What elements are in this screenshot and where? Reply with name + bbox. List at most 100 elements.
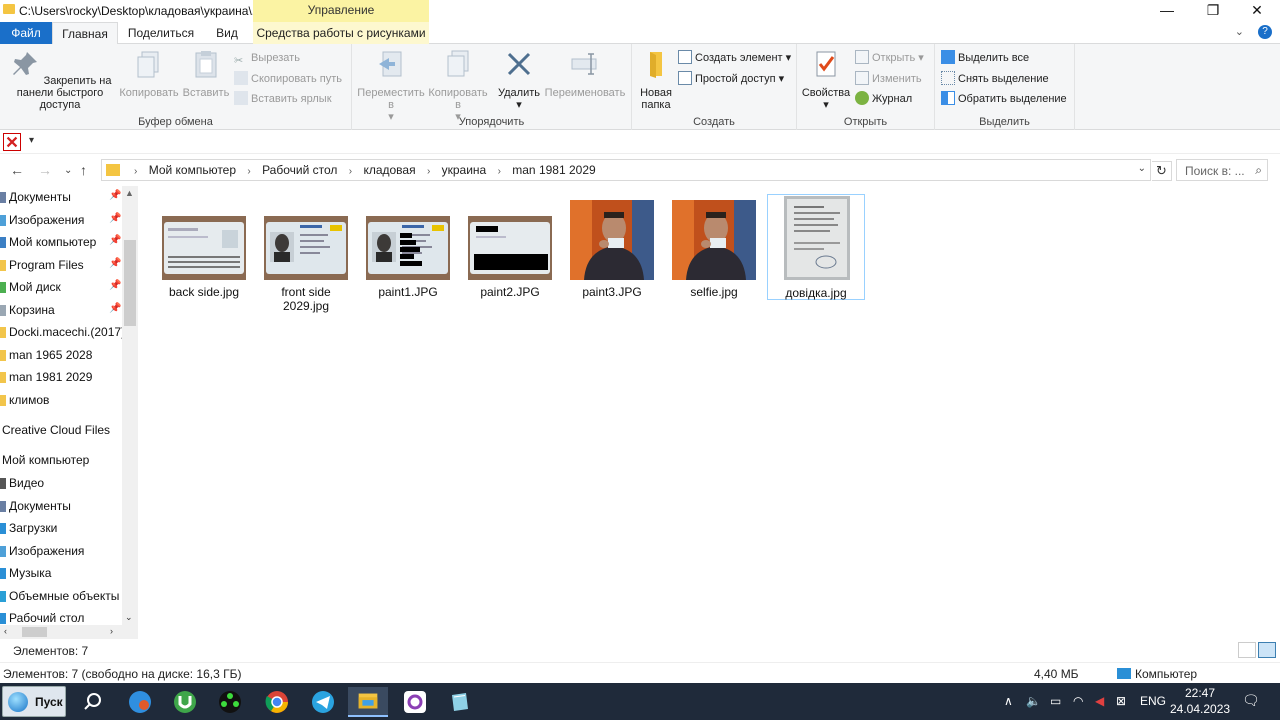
telegram-icon[interactable] xyxy=(303,687,343,717)
browser-globe-icon[interactable] xyxy=(120,687,160,717)
address-bar[interactable]: › Мой компьютер › Рабочий стол › кладова… xyxy=(101,159,1151,181)
copy-path-button[interactable]: Скопировать путь xyxy=(234,70,342,88)
paste-shortcut-button[interactable]: Вставить ярлык xyxy=(234,90,332,108)
file-item[interactable]: довідка.jpg xyxy=(767,194,865,300)
nav-pc-item[interactable]: Изображения xyxy=(0,540,122,562)
new-item-button[interactable]: Создать элемент ▾ xyxy=(678,49,791,67)
action-icon[interactable]: ⊠ xyxy=(1116,694,1126,708)
nav-this-pc[interactable]: Мой компьютер xyxy=(2,453,89,467)
network-warning-icon[interactable]: ◀ xyxy=(1095,694,1104,708)
pin-icon[interactable]: 📌 xyxy=(109,303,121,314)
notepad-icon[interactable] xyxy=(440,687,480,717)
file-item[interactable]: front side 2029.jpg xyxy=(257,194,355,313)
breadcrumb-item[interactable]: Мой компьютер xyxy=(149,163,236,177)
nav-quick-item[interactable]: man 1981 2029 xyxy=(0,366,122,388)
nav-vertical-scrollbar[interactable]: ▲ ⌄ xyxy=(122,186,138,625)
help-icon[interactable]: ? xyxy=(1258,25,1272,39)
nav-quick-item[interactable]: man 1965 2028 xyxy=(0,344,122,366)
up-arrow-icon[interactable]: ↑ xyxy=(80,162,87,178)
search-input[interactable]: Поиск в: ... ⌕ xyxy=(1176,159,1268,181)
maximize-button[interactable]: ❐ xyxy=(1190,0,1236,22)
app-g-icon[interactable] xyxy=(395,687,435,717)
pin-quick-access-button[interactable]: Закрепить на панели быстрого доступа xyxy=(4,48,116,111)
notifications-icon[interactable]: 🗨 xyxy=(1242,692,1260,709)
address-dropdown-icon[interactable]: ⌄ xyxy=(1138,163,1146,174)
delete-button[interactable]: Удалить ▾ xyxy=(494,48,544,111)
details-view-icon[interactable] xyxy=(1238,642,1256,658)
clock[interactable]: 22:47 24.04.2023 xyxy=(1170,685,1230,717)
history-button[interactable]: Журнал xyxy=(855,90,912,108)
large-icons-view-icon[interactable] xyxy=(1258,642,1276,658)
file-explorer-icon[interactable] xyxy=(348,687,388,717)
file-item[interactable]: paint1.JPG xyxy=(359,194,457,300)
scroll-up-icon[interactable]: ▲ xyxy=(125,188,134,198)
nav-quick-item[interactable]: Документы 📌 xyxy=(0,186,122,208)
nav-pc-item[interactable]: Объемные объекты xyxy=(0,585,122,607)
select-none-button[interactable]: Снять выделение xyxy=(941,70,1049,88)
copy-button[interactable]: Копировать xyxy=(118,48,180,99)
scroll-right-icon[interactable]: › xyxy=(110,626,113,636)
scroll-thumb[interactable] xyxy=(22,627,47,637)
nav-quick-item[interactable]: Мой диск 📌 xyxy=(0,276,122,298)
refresh-icon[interactable]: ↻ xyxy=(1152,161,1172,181)
nav-pc-item[interactable]: Видео xyxy=(0,472,122,494)
scroll-down-icon[interactable]: ⌄ xyxy=(125,612,133,623)
breadcrumb-item[interactable]: кладовая xyxy=(363,163,415,177)
file-item[interactable]: back side.jpg xyxy=(155,194,253,300)
nav-pc-item[interactable]: Загрузки xyxy=(0,517,122,539)
minimize-button[interactable]: — xyxy=(1144,0,1190,22)
breadcrumb-item[interactable]: Рабочий стол xyxy=(262,163,337,177)
battery-icon[interactable]: ▭ xyxy=(1050,694,1061,708)
chrome-icon[interactable] xyxy=(257,687,297,717)
utorrent-icon[interactable] xyxy=(165,687,205,717)
cut-button[interactable]: ✂ Вырезать xyxy=(234,49,300,67)
nav-pc-item[interactable]: Документы xyxy=(0,495,122,517)
scroll-thumb[interactable] xyxy=(124,240,136,326)
invert-selection-button[interactable]: Обратить выделение xyxy=(941,90,1067,108)
tab-home[interactable]: Главная xyxy=(52,22,118,45)
delete-red-icon[interactable] xyxy=(3,133,21,151)
nav-quick-item[interactable]: Мой компьютер 📌 xyxy=(0,231,122,253)
scroll-left-icon[interactable]: ‹ xyxy=(4,626,7,636)
ribbon-collapse-chevron-icon[interactable]: ⌄ xyxy=(1235,25,1244,38)
edit-button[interactable]: Изменить xyxy=(855,70,922,88)
start-button[interactable]: Пуск xyxy=(2,686,66,717)
pin-icon[interactable]: 📌 xyxy=(109,258,121,269)
nav-pc-item[interactable]: Музыка xyxy=(0,562,122,584)
pin-icon[interactable]: 📌 xyxy=(109,190,121,201)
paste-button[interactable]: Вставить xyxy=(180,48,232,99)
nav-quick-item[interactable]: Docki.macechi.(2017).W xyxy=(0,321,122,343)
properties-button[interactable]: Свойства ▾ xyxy=(801,48,851,111)
tab-picture-tools[interactable]: Средства работы с рисунками xyxy=(253,22,429,44)
pin-icon[interactable]: 📌 xyxy=(109,235,121,246)
search-icon[interactable] xyxy=(72,687,112,717)
nav-quick-item[interactable]: Корзина 📌 xyxy=(0,299,122,321)
tray-expand-icon[interactable]: ∧ xyxy=(1004,694,1013,708)
open-button[interactable]: Открыть ▾ xyxy=(855,49,924,67)
language-indicator[interactable]: ENG xyxy=(1140,694,1166,708)
nav-horizontal-scrollbar[interactable]: ‹ › xyxy=(0,625,138,639)
copy-to-button[interactable]: Копировать в ▾ xyxy=(426,48,490,123)
rename-button[interactable]: Переименовать xyxy=(542,48,628,99)
file-item[interactable]: paint3.JPG xyxy=(563,194,661,300)
nav-creative-cloud[interactable]: Creative Cloud Files xyxy=(2,423,110,437)
new-folder-button[interactable]: Новая папка xyxy=(636,48,676,111)
forward-arrow-icon[interactable]: → xyxy=(38,162,52,178)
tab-share[interactable]: Поделиться xyxy=(122,22,200,44)
back-arrow-icon[interactable]: ← xyxy=(10,162,24,178)
tab-file[interactable]: Файл xyxy=(0,22,52,44)
move-to-button[interactable]: Переместить в ▾ xyxy=(356,48,426,123)
file-item[interactable]: selfie.jpg xyxy=(665,194,763,300)
select-all-button[interactable]: Выделить все xyxy=(941,49,1029,67)
nav-quick-item[interactable]: Изображения 📌 xyxy=(0,209,122,231)
breadcrumb-item[interactable]: man 1981 2029 xyxy=(512,163,595,177)
pin-icon[interactable]: 📌 xyxy=(109,213,121,224)
pin-icon[interactable]: 📌 xyxy=(109,280,121,291)
app-green-icon[interactable] xyxy=(210,687,250,717)
easy-access-button[interactable]: Простой доступ ▾ xyxy=(678,70,784,88)
wifi-icon[interactable]: ◠ xyxy=(1073,694,1083,708)
recent-dropdown-icon[interactable]: ⌄ xyxy=(64,165,72,176)
breadcrumb-item[interactable]: украина xyxy=(442,163,487,177)
volume-icon[interactable]: 🔈 xyxy=(1026,694,1041,708)
file-item[interactable]: paint2.JPG xyxy=(461,194,559,300)
